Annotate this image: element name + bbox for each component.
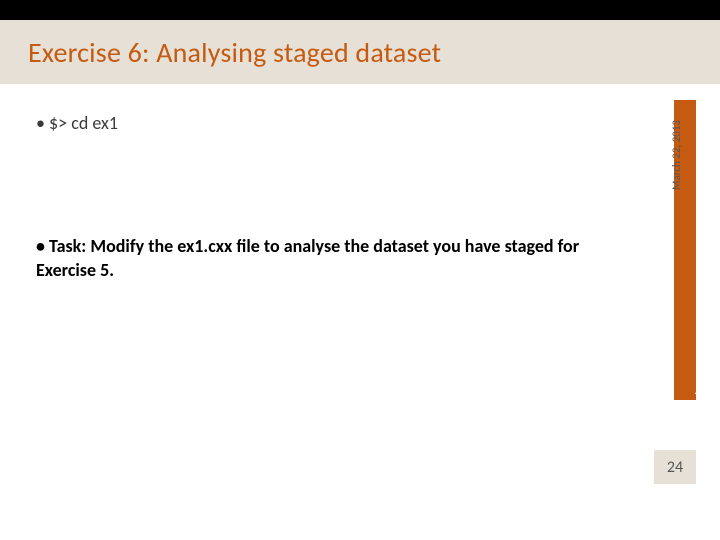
content-area: $> cd ex1 Task: Modify the ex1.cxx file … (36, 100, 630, 283)
bullet-command: $> cd ex1 (36, 112, 630, 134)
bullet-task: Task: Modify the ex1.cxx file to analyse… (36, 234, 630, 283)
slide: Exercise 6: Analysing staged dataset $> … (0, 0, 720, 540)
slide-title: Exercise 6: Analysing staged dataset (28, 35, 441, 70)
right-sidebar: March 22, 2013 ALICE Offline Tutorial (636, 100, 696, 400)
page-number-box: 24 (654, 450, 696, 484)
date-label: March 22, 2013 (670, 120, 683, 190)
title-bar: Exercise 6: Analysing staged dataset (0, 20, 720, 84)
page-number: 24 (667, 458, 683, 477)
top-black-bar (0, 0, 720, 20)
